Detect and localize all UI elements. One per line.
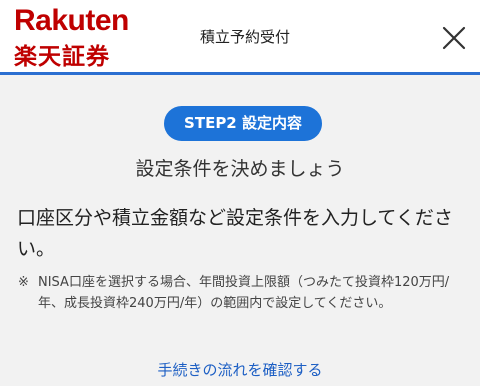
description-text: 口座区分や積立金額など設定条件を入力してください。 — [17, 207, 453, 260]
section-heading: 設定条件を決めましょう — [135, 158, 345, 180]
check-procedure-link[interactable]: 手続きの流れを確認する — [0, 359, 480, 380]
close-button[interactable] — [440, 24, 468, 52]
logo-rakuten-securities: 楽天証券 — [14, 44, 110, 70]
nisa-note: ※ NISA口座を選択する場合、年間投資上限額（つみたて投資枠120万円/年、成… — [18, 272, 470, 314]
header-divider — [0, 72, 480, 75]
logo-rakuten: Rakuten — [14, 4, 129, 37]
header: Rakuten 楽天証券 積立予約受付 — [0, 0, 480, 72]
page-title: 積立予約受付 — [199, 28, 290, 46]
close-icon — [442, 26, 466, 50]
note-text: NISA口座を選択する場合、年間投資上限額（つみたて投資枠120万円/年、成長投… — [38, 275, 450, 311]
step-badge: STEP2 設定内容 — [164, 106, 322, 141]
note-mark: ※ — [18, 275, 29, 290]
